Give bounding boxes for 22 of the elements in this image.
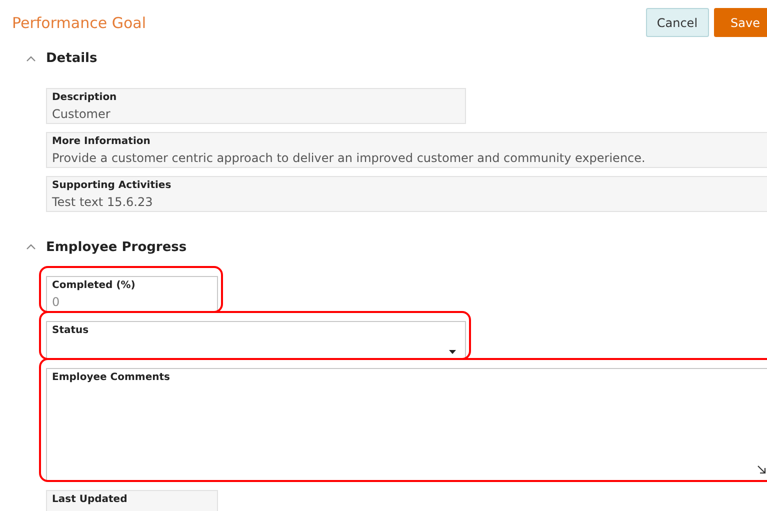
status-dropdown[interactable]: Status	[46, 321, 466, 359]
section-title: Employee Progress	[46, 238, 187, 256]
field-value: Customer	[52, 106, 110, 120]
field-value: Test text 15.6.23	[52, 194, 153, 208]
field-label: Completed (%)	[52, 279, 136, 293]
page-title: Performance Goal	[12, 13, 146, 34]
chevron-icon[interactable]	[26, 244, 36, 250]
field-label: Employee Comments	[52, 371, 171, 385]
field-value: Provide a customer centric approach to deliver an improved customer and community experience.	[52, 150, 646, 164]
field-label: Status	[52, 324, 90, 338]
field-label: Description	[52, 90, 118, 104]
cancel-button[interactable]: Cancel	[646, 8, 709, 37]
comments-textarea[interactable]: Employee Comments	[46, 368, 767, 481]
input-field[interactable]: 0	[52, 293, 212, 311]
chevron-icon[interactable]	[26, 56, 36, 62]
dropdown-caret-icon[interactable]	[449, 350, 456, 354]
field-label: Supporting Activities	[52, 178, 172, 192]
field-label: More Information	[52, 134, 152, 148]
field-label: Last Updated	[52, 493, 128, 507]
section-title: Details	[46, 50, 98, 68]
resize-handle-icon[interactable]	[757, 465, 766, 474]
percent-field[interactable]: Completed (%) 0	[46, 276, 218, 312]
